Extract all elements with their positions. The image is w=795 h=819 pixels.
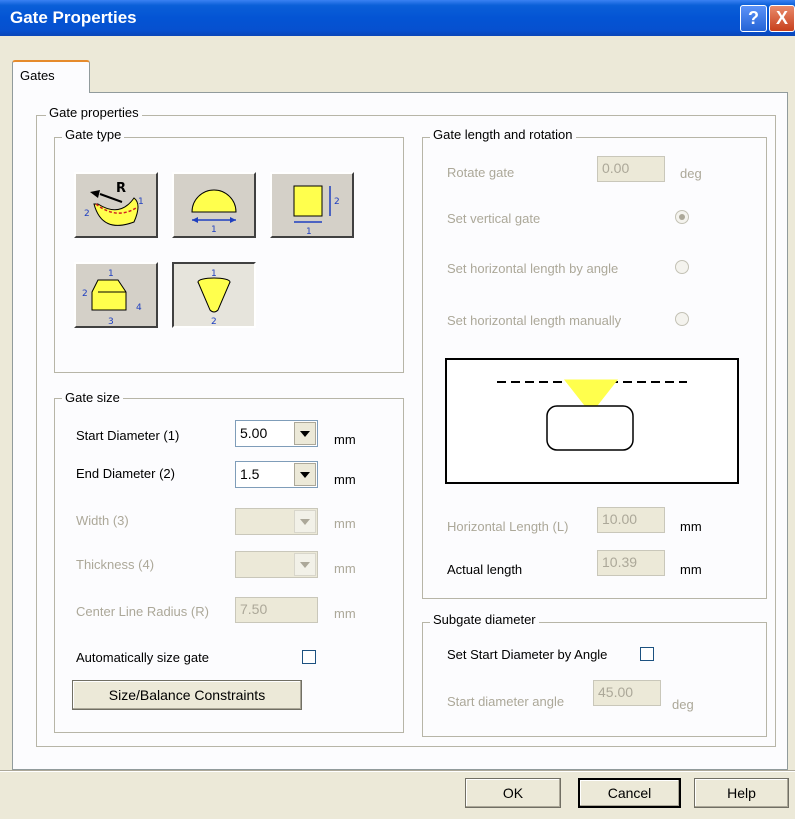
svg-text:2: 2 xyxy=(211,317,217,326)
svg-text:1: 1 xyxy=(306,227,312,236)
end-diameter-unit: mm xyxy=(334,472,356,487)
rotate-gate-value: 0.00 xyxy=(602,160,630,176)
tab-gates[interactable]: Gates xyxy=(12,60,90,93)
set-by-angle-checkbox[interactable] xyxy=(640,647,654,661)
start-diameter-label: Start Diameter (1) xyxy=(76,428,180,443)
gate-preview-drawing xyxy=(497,379,687,451)
help-button[interactable]: Help xyxy=(694,778,789,808)
start-diameter-unit: mm xyxy=(334,432,356,447)
start-diameter-combo[interactable]: 5.00 xyxy=(235,420,318,447)
horizontal-length-field[interactable]: 10.00 xyxy=(597,507,665,533)
chevron-down-icon[interactable] xyxy=(294,422,316,445)
start-diameter-value: 5.00 xyxy=(240,425,268,441)
svg-text:3: 3 xyxy=(108,317,114,326)
width-unit: mm xyxy=(334,516,356,531)
svg-text:4: 4 xyxy=(136,303,142,313)
actual-length-field: 10.39 xyxy=(597,550,665,576)
actual-length-label: Actual length xyxy=(447,562,523,577)
chevron-down-icon[interactable] xyxy=(294,463,316,486)
vertical-gate-label: Set vertical gate xyxy=(447,211,541,226)
cancel-button[interactable]: Cancel xyxy=(578,778,681,808)
end-diameter-combo[interactable]: 1.5 xyxy=(235,461,318,488)
width-label: Width (3) xyxy=(76,513,129,528)
thickness-combo[interactable] xyxy=(235,551,318,578)
width-combo[interactable] xyxy=(235,508,318,535)
svg-text:1: 1 xyxy=(108,269,114,279)
horizontal-manual-label: Set horizontal length manually xyxy=(447,313,622,328)
window-title: Gate Properties xyxy=(10,8,137,27)
cancel-label: Cancel xyxy=(607,785,652,801)
auto-size-label: Automatically size gate xyxy=(76,650,209,665)
ok-button[interactable]: OK xyxy=(465,778,561,808)
svg-text:1: 1 xyxy=(211,225,217,235)
half-round-gate-icon: 1 xyxy=(191,189,237,235)
curved-gate-icon: R 1 2 xyxy=(84,181,144,226)
thickness-label: Thickness (4) xyxy=(76,557,155,572)
svg-text:2: 2 xyxy=(334,197,340,207)
footer-separator xyxy=(0,770,795,772)
center-line-radius-field[interactable]: 7.50 xyxy=(235,597,318,623)
close-icon[interactable]: X xyxy=(769,5,795,32)
ok-label: OK xyxy=(502,785,524,801)
title-bar: Gate Properties ? X xyxy=(0,0,795,36)
gate-properties-label: Gate properties xyxy=(46,105,142,120)
chevron-down-icon[interactable] xyxy=(294,510,316,533)
rectangular-gate-icon: 2 1 xyxy=(293,185,340,236)
actual-length-value: 10.39 xyxy=(602,554,638,570)
size-balance-constraints-label: Size/Balance Constraints xyxy=(108,687,266,703)
gate-type-rectangular-button[interactable]: 2 1 xyxy=(270,172,354,238)
gate-type-curved-button[interactable]: R 1 2 xyxy=(74,172,158,238)
svg-text:2: 2 xyxy=(82,289,88,299)
svg-text:2: 2 xyxy=(84,209,90,219)
gate-type-trapezoidal-button[interactable]: 1 2 3 4 xyxy=(74,262,158,328)
rotate-gate-unit: deg xyxy=(680,166,702,181)
gate-type-half-round-button[interactable]: 1 xyxy=(172,172,256,238)
gate-type-conical-button[interactable]: 1 2 xyxy=(172,262,256,328)
gate-size-label: Gate size xyxy=(62,390,123,405)
horizontal-by-angle-label: Set horizontal length by angle xyxy=(447,261,619,276)
rotate-gate-field[interactable]: 0.00 xyxy=(597,156,665,182)
end-diameter-value: 1.5 xyxy=(240,466,260,482)
help-label: Help xyxy=(727,785,756,801)
start-angle-unit: deg xyxy=(672,697,694,712)
horizontal-by-angle-radio[interactable] xyxy=(675,260,689,274)
rotate-gate-label: Rotate gate xyxy=(447,165,515,180)
chevron-down-icon[interactable] xyxy=(294,553,316,576)
start-angle-label: Start diameter angle xyxy=(447,694,565,709)
subgate-diameter-label: Subgate diameter xyxy=(430,612,539,627)
gate-preview-diagram xyxy=(445,358,739,484)
end-diameter-label: End Diameter (2) xyxy=(76,466,175,481)
actual-length-unit: mm xyxy=(680,562,702,577)
gate-type-label: Gate type xyxy=(62,127,125,142)
horizontal-length-value: 10.00 xyxy=(602,511,638,527)
start-angle-field[interactable]: 45.00 xyxy=(593,680,661,706)
tab-gates-label: Gates xyxy=(20,68,55,83)
set-by-angle-label: Set Start Diameter by Angle xyxy=(447,647,608,662)
thickness-unit: mm xyxy=(334,561,356,576)
gate-length-rotation-label: Gate length and rotation xyxy=(430,127,576,142)
trapezoidal-gate-icon: 1 2 3 4 xyxy=(82,269,142,326)
help-icon[interactable]: ? xyxy=(740,5,767,32)
center-line-radius-unit: mm xyxy=(334,606,356,621)
center-line-radius-value: 7.50 xyxy=(240,601,268,617)
horizontal-manual-radio[interactable] xyxy=(675,312,689,326)
svg-text:1: 1 xyxy=(138,197,144,207)
svg-text:1: 1 xyxy=(211,269,217,279)
center-line-radius-label: Center Line Radius (R) xyxy=(76,604,209,619)
horizontal-length-unit: mm xyxy=(680,519,702,534)
gate-label-r: R xyxy=(116,181,126,196)
size-balance-constraints-button[interactable]: Size/Balance Constraints xyxy=(72,680,302,710)
start-angle-value: 45.00 xyxy=(598,684,634,700)
auto-size-checkbox[interactable] xyxy=(302,650,316,664)
conical-gate-icon: 1 2 xyxy=(197,269,231,326)
vertical-gate-radio[interactable] xyxy=(675,210,689,224)
horizontal-length-label: Horizontal Length (L) xyxy=(447,519,569,534)
